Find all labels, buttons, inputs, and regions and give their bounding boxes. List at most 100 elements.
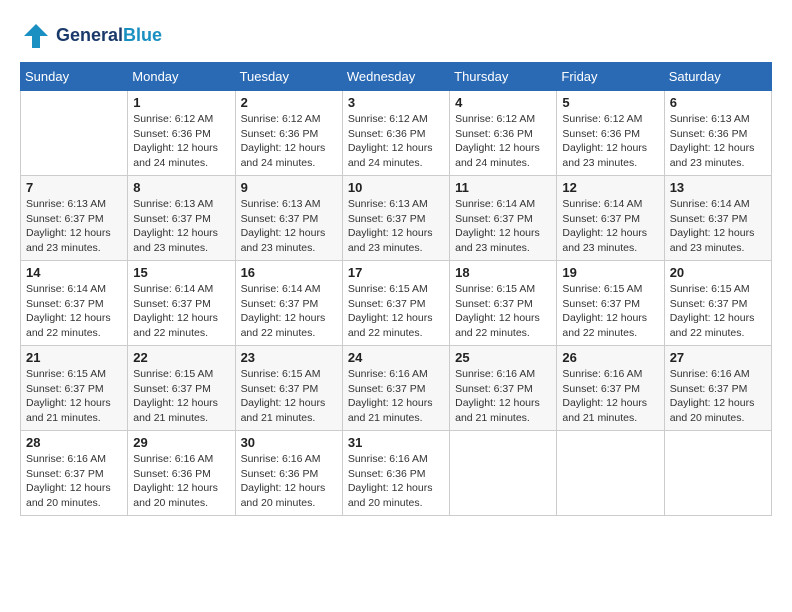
calendar-cell: 7Sunrise: 6:13 AM Sunset: 6:37 PM Daylig… — [21, 176, 128, 261]
calendar-cell: 9 Sunrise: 6:13 AM Sunset: 6:37 PM Daylig… — [235, 176, 342, 261]
calendar-cell: 2Sunrise: 6:12 AM Sunset: 6:36 PM Daylig… — [235, 91, 342, 176]
day-number: 24 — [348, 350, 444, 365]
day-info: Sunrise: 6:14 AM Sunset: 6:37 PM Dayligh… — [26, 282, 122, 341]
day-number: 2 — [241, 95, 337, 110]
calendar-week-row: 21 Sunrise: 6:15 AM Sunset: 6:37 PM Dayli… — [21, 346, 772, 431]
day-info: Sunrise: 6:14 AM Sunset: 6:37 PM Dayligh… — [133, 282, 229, 341]
day-number: 16 — [241, 265, 337, 280]
calendar-week-row: 28 Sunrise: 6:16 AM Sunset: 6:37 PM Dayli… — [21, 431, 772, 516]
calendar-cell: 20 Sunrise: 6:15 AM Sunset: 6:37 PM Dayli… — [664, 261, 771, 346]
day-number: 15 — [133, 265, 229, 280]
calendar-cell: 12 Sunrise: 6:14 AM Sunset: 6:37 PM Dayli… — [557, 176, 664, 261]
weekday-row: SundayMondayTuesdayWednesdayThursdayFrid… — [21, 63, 772, 91]
day-info: Sunrise: 6:12 AM Sunset: 6:36 PM Dayligh… — [455, 112, 551, 171]
day-info: Sunrise: 6:15 AM Sunset: 6:37 PM Dayligh… — [670, 282, 766, 341]
calendar-header: SundayMondayTuesdayWednesdayThursdayFrid… — [21, 63, 772, 91]
calendar-cell — [557, 431, 664, 516]
calendar-cell: 24 Sunrise: 6:16 AM Sunset: 6:37 PM Dayli… — [342, 346, 449, 431]
day-number: 25 — [455, 350, 551, 365]
calendar-cell: 18 Sunrise: 6:15 AM Sunset: 6:37 PM Dayli… — [450, 261, 557, 346]
day-number: 18 — [455, 265, 551, 280]
day-number: 23 — [241, 350, 337, 365]
day-info: Sunrise: 6:16 AM Sunset: 6:36 PM Dayligh… — [348, 452, 444, 511]
calendar-body: 1 Sunrise: 6:12 AM Sunset: 6:36 PM Daylig… — [21, 91, 772, 516]
day-number: 22 — [133, 350, 229, 365]
calendar-cell: 4 Sunrise: 6:12 AM Sunset: 6:36 PM Daylig… — [450, 91, 557, 176]
weekday-header: Monday — [128, 63, 235, 91]
day-info: Sunrise: 6:16 AM Sunset: 6:37 PM Dayligh… — [348, 367, 444, 426]
day-info: Sunrise: 6:15 AM Sunset: 6:37 PM Dayligh… — [241, 367, 337, 426]
day-number: 10 — [348, 180, 444, 195]
day-info: Sunrise: 6:16 AM Sunset: 6:37 PM Dayligh… — [670, 367, 766, 426]
page-header: GeneralBlue — [20, 20, 772, 52]
calendar-cell: 15 Sunrise: 6:14 AM Sunset: 6:37 PM Dayli… — [128, 261, 235, 346]
day-number: 13 — [670, 180, 766, 195]
day-info: Sunrise: 6:16 AM Sunset: 6:37 PM Dayligh… — [562, 367, 658, 426]
calendar-cell: 14 Sunrise: 6:14 AM Sunset: 6:37 PM Dayli… — [21, 261, 128, 346]
day-info: Sunrise: 6:13 AM Sunset: 6:36 PM Dayligh… — [670, 112, 766, 171]
day-number: 1 — [133, 95, 229, 110]
calendar-week-row: 1 Sunrise: 6:12 AM Sunset: 6:36 PM Daylig… — [21, 91, 772, 176]
calendar-table: SundayMondayTuesdayWednesdayThursdayFrid… — [20, 62, 772, 516]
day-number: 5 — [562, 95, 658, 110]
day-info: Sunrise: 6:12 AM Sunset: 6:36 PM Dayligh… — [133, 112, 229, 171]
day-number: 27 — [670, 350, 766, 365]
calendar-cell: 1 Sunrise: 6:12 AM Sunset: 6:36 PM Daylig… — [128, 91, 235, 176]
calendar-cell: 5Sunrise: 6:12 AM Sunset: 6:36 PM Daylig… — [557, 91, 664, 176]
calendar-cell: 13 Sunrise: 6:14 AM Sunset: 6:37 PM Dayli… — [664, 176, 771, 261]
calendar-cell: 10 Sunrise: 6:13 AM Sunset: 6:37 PM Dayli… — [342, 176, 449, 261]
day-info: Sunrise: 6:13 AM Sunset: 6:37 PM Dayligh… — [241, 197, 337, 256]
day-number: 9 — [241, 180, 337, 195]
day-number: 26 — [562, 350, 658, 365]
day-number: 29 — [133, 435, 229, 450]
calendar-cell: 3 Sunrise: 6:12 AM Sunset: 6:36 PM Daylig… — [342, 91, 449, 176]
day-info: Sunrise: 6:14 AM Sunset: 6:37 PM Dayligh… — [455, 197, 551, 256]
day-info: Sunrise: 6:16 AM Sunset: 6:37 PM Dayligh… — [26, 452, 122, 511]
day-info: Sunrise: 6:15 AM Sunset: 6:37 PM Dayligh… — [348, 282, 444, 341]
logo-icon — [20, 20, 52, 52]
calendar-cell: 26 Sunrise: 6:16 AM Sunset: 6:37 PM Dayli… — [557, 346, 664, 431]
day-number: 30 — [241, 435, 337, 450]
calendar-cell: 30 Sunrise: 6:16 AM Sunset: 6:36 PM Dayli… — [235, 431, 342, 516]
calendar-cell: 16 Sunrise: 6:14 AM Sunset: 6:37 PM Dayli… — [235, 261, 342, 346]
weekday-header: Thursday — [450, 63, 557, 91]
day-info: Sunrise: 6:14 AM Sunset: 6:37 PM Dayligh… — [562, 197, 658, 256]
calendar-week-row: 14 Sunrise: 6:14 AM Sunset: 6:37 PM Dayli… — [21, 261, 772, 346]
calendar-cell — [450, 431, 557, 516]
day-info: Sunrise: 6:16 AM Sunset: 6:36 PM Dayligh… — [133, 452, 229, 511]
weekday-header: Saturday — [664, 63, 771, 91]
day-info: Sunrise: 6:15 AM Sunset: 6:37 PM Dayligh… — [133, 367, 229, 426]
day-number: 21 — [26, 350, 122, 365]
calendar-cell: 8Sunrise: 6:13 AM Sunset: 6:37 PM Daylig… — [128, 176, 235, 261]
day-number: 4 — [455, 95, 551, 110]
calendar-cell: 25Sunrise: 6:16 AM Sunset: 6:37 PM Dayli… — [450, 346, 557, 431]
calendar-cell: 28 Sunrise: 6:16 AM Sunset: 6:37 PM Dayli… — [21, 431, 128, 516]
day-number: 28 — [26, 435, 122, 450]
calendar-cell: 23 Sunrise: 6:15 AM Sunset: 6:37 PM Dayli… — [235, 346, 342, 431]
calendar-cell: 21 Sunrise: 6:15 AM Sunset: 6:37 PM Dayli… — [21, 346, 128, 431]
day-info: Sunrise: 6:14 AM Sunset: 6:37 PM Dayligh… — [670, 197, 766, 256]
calendar-cell — [21, 91, 128, 176]
day-number: 31 — [348, 435, 444, 450]
calendar-cell: 29 Sunrise: 6:16 AM Sunset: 6:36 PM Dayli… — [128, 431, 235, 516]
calendar-cell: 31 Sunrise: 6:16 AM Sunset: 6:36 PM Dayli… — [342, 431, 449, 516]
day-number: 14 — [26, 265, 122, 280]
calendar-cell: 6Sunrise: 6:13 AM Sunset: 6:36 PM Daylig… — [664, 91, 771, 176]
day-info: Sunrise: 6:15 AM Sunset: 6:37 PM Dayligh… — [455, 282, 551, 341]
calendar-cell: 17Sunrise: 6:15 AM Sunset: 6:37 PM Dayli… — [342, 261, 449, 346]
weekday-header: Sunday — [21, 63, 128, 91]
calendar-cell: 19Sunrise: 6:15 AM Sunset: 6:37 PM Dayli… — [557, 261, 664, 346]
day-number: 12 — [562, 180, 658, 195]
day-number: 20 — [670, 265, 766, 280]
day-info: Sunrise: 6:15 AM Sunset: 6:37 PM Dayligh… — [26, 367, 122, 426]
day-number: 19 — [562, 265, 658, 280]
calendar-week-row: 7Sunrise: 6:13 AM Sunset: 6:37 PM Daylig… — [21, 176, 772, 261]
day-number: 3 — [348, 95, 444, 110]
weekday-header: Friday — [557, 63, 664, 91]
calendar-cell: 22 Sunrise: 6:15 AM Sunset: 6:37 PM Dayli… — [128, 346, 235, 431]
day-info: Sunrise: 6:14 AM Sunset: 6:37 PM Dayligh… — [241, 282, 337, 341]
day-info: Sunrise: 6:13 AM Sunset: 6:37 PM Dayligh… — [348, 197, 444, 256]
logo: GeneralBlue — [20, 20, 162, 52]
day-info: Sunrise: 6:12 AM Sunset: 6:36 PM Dayligh… — [348, 112, 444, 171]
day-info: Sunrise: 6:16 AM Sunset: 6:36 PM Dayligh… — [241, 452, 337, 511]
